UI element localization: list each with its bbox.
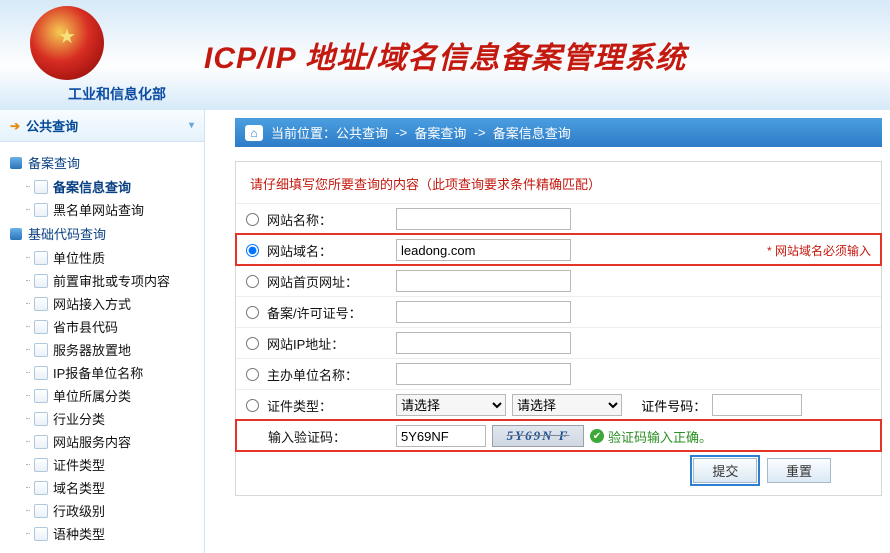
tree-category[interactable]: 基础代码查询	[8, 221, 200, 246]
captcha-image[interactable]: 5Y69N F	[492, 425, 584, 447]
tree-item[interactable]: 省市县代码	[8, 315, 200, 338]
required-hint: * 网站域名必须输入	[767, 242, 871, 259]
label-cert-no: 证件号码：	[641, 396, 706, 415]
label-captcha: 输入验证码：	[246, 427, 396, 446]
tree-item[interactable]: 证件类型	[8, 453, 200, 476]
reset-button[interactable]: 重置	[767, 458, 831, 483]
label-domain[interactable]: 网站域名：	[246, 241, 396, 260]
doc-icon	[34, 458, 48, 472]
tree-item[interactable]: 域名类型	[8, 476, 200, 499]
doc-icon	[34, 435, 48, 449]
label-org[interactable]: 主办单位名称：	[246, 365, 396, 384]
national-emblem-icon	[30, 6, 104, 80]
crumb-part[interactable]: 备案信息查询	[493, 123, 571, 142]
tree-item[interactable]: 行政级别	[8, 499, 200, 522]
emblem-block: 工业和信息化部	[30, 6, 204, 104]
tree-item[interactable]: IP报备单位名称	[8, 361, 200, 384]
input-captcha[interactable]	[396, 425, 486, 447]
tree-item[interactable]: 单位所属分类	[8, 384, 200, 407]
label-ip[interactable]: 网站IP地址：	[246, 334, 396, 353]
row-domain: 网站域名： * 网站域名必须输入	[236, 234, 881, 265]
doc-icon	[34, 412, 48, 426]
row-license: 备案/许可证号：	[236, 296, 881, 327]
row-ip: 网站IP地址：	[236, 327, 881, 358]
tree-item[interactable]: 网站接入方式	[8, 292, 200, 315]
system-title: ICP/IP 地址/域名信息备案管理系统	[204, 33, 686, 77]
doc-icon	[34, 504, 48, 518]
sidebar-header-label: 公共查询	[26, 116, 78, 135]
doc-icon	[34, 297, 48, 311]
crumb-label: 当前位置：	[271, 123, 336, 142]
input-org[interactable]	[396, 363, 571, 385]
radio-site-name[interactable]	[246, 213, 259, 226]
radio-org[interactable]	[246, 368, 259, 381]
tree-item[interactable]: 语种类型	[8, 522, 200, 545]
nav-tree: 备案查询 备案信息查询 黑名单网站查询 基础代码查询 单位性质 前置审批或专项内…	[0, 142, 204, 553]
query-form: 请仔细填写您所要查询的内容（此项查询要求条件精确匹配） 网站名称： 网站域名： …	[235, 161, 882, 496]
doc-icon	[34, 366, 48, 380]
row-homepage: 网站首页网址：	[236, 265, 881, 296]
input-license[interactable]	[396, 301, 571, 323]
tree-item[interactable]: 网站服务内容	[8, 430, 200, 453]
radio-cert[interactable]	[246, 399, 259, 412]
label-license[interactable]: 备案/许可证号：	[246, 303, 396, 322]
tree-category[interactable]: 备案查询	[8, 150, 200, 175]
radio-ip[interactable]	[246, 337, 259, 350]
form-instruction: 请仔细填写您所要查询的内容（此项查询要求条件精确匹配）	[236, 168, 881, 203]
input-cert-no[interactable]	[712, 394, 802, 416]
doc-icon	[34, 320, 48, 334]
doc-icon	[34, 203, 48, 217]
input-homepage[interactable]	[396, 270, 571, 292]
doc-icon	[34, 180, 48, 194]
arrow-icon	[10, 118, 26, 133]
tree-item[interactable]: 前置审批或专项内容	[8, 269, 200, 292]
row-cert: 证件类型： 请选择 请选择 证件号码：	[236, 389, 881, 420]
breadcrumb: ⌂ 当前位置： 公共查询 -> 备案查询 -> 备案信息查询	[235, 118, 882, 147]
input-site-name[interactable]	[396, 208, 571, 230]
tree-item-record-info[interactable]: 备案信息查询	[8, 175, 200, 198]
home-icon[interactable]: ⌂	[245, 125, 263, 141]
doc-icon	[34, 251, 48, 265]
doc-icon	[34, 527, 48, 541]
doc-icon	[34, 389, 48, 403]
crumb-part[interactable]: 公共查询	[336, 123, 388, 142]
sidebar-header[interactable]: 公共查询 ▾	[0, 110, 204, 142]
ministry-name: 工业和信息化部	[30, 84, 204, 104]
input-ip[interactable]	[396, 332, 571, 354]
chevron-down-icon: ▾	[189, 120, 194, 131]
row-org: 主办单位名称：	[236, 358, 881, 389]
tree-item[interactable]: 单位性质	[8, 246, 200, 269]
select-cert-type-2[interactable]: 请选择	[512, 394, 622, 416]
sidebar: 公共查询 ▾ 备案查询 备案信息查询 黑名单网站查询 基础代码查询 单位性质 前…	[0, 110, 205, 553]
tree-item[interactable]: 行业分类	[8, 407, 200, 430]
captcha-ok-msg: 验证码输入正确。	[590, 427, 712, 446]
label-site-name[interactable]: 网站名称：	[246, 210, 396, 229]
radio-license[interactable]	[246, 306, 259, 319]
tree-item-blacklist[interactable]: 黑名单网站查询	[8, 198, 200, 221]
tree-item[interactable]: 服务器放置地	[8, 338, 200, 361]
button-row: 提交 重置	[236, 451, 881, 489]
label-homepage[interactable]: 网站首页网址：	[246, 272, 396, 291]
crumb-part[interactable]: 备案查询	[414, 123, 466, 142]
submit-button[interactable]: 提交	[693, 458, 757, 483]
content-area: ⌂ 当前位置： 公共查询 -> 备案查询 -> 备案信息查询 请仔细填写您所要查…	[205, 110, 890, 553]
row-captcha: 输入验证码： 5Y69N F 验证码输入正确。	[236, 420, 881, 451]
input-domain[interactable]	[396, 239, 571, 261]
radio-homepage[interactable]	[246, 275, 259, 288]
radio-domain[interactable]	[246, 244, 259, 257]
doc-icon	[34, 274, 48, 288]
select-cert-type-1[interactable]: 请选择	[396, 394, 506, 416]
row-site-name: 网站名称：	[236, 203, 881, 234]
doc-icon	[34, 481, 48, 495]
doc-icon	[34, 343, 48, 357]
label-cert[interactable]: 证件类型：	[246, 396, 396, 415]
page-header: 工业和信息化部 ICP/IP 地址/域名信息备案管理系统	[0, 0, 890, 110]
